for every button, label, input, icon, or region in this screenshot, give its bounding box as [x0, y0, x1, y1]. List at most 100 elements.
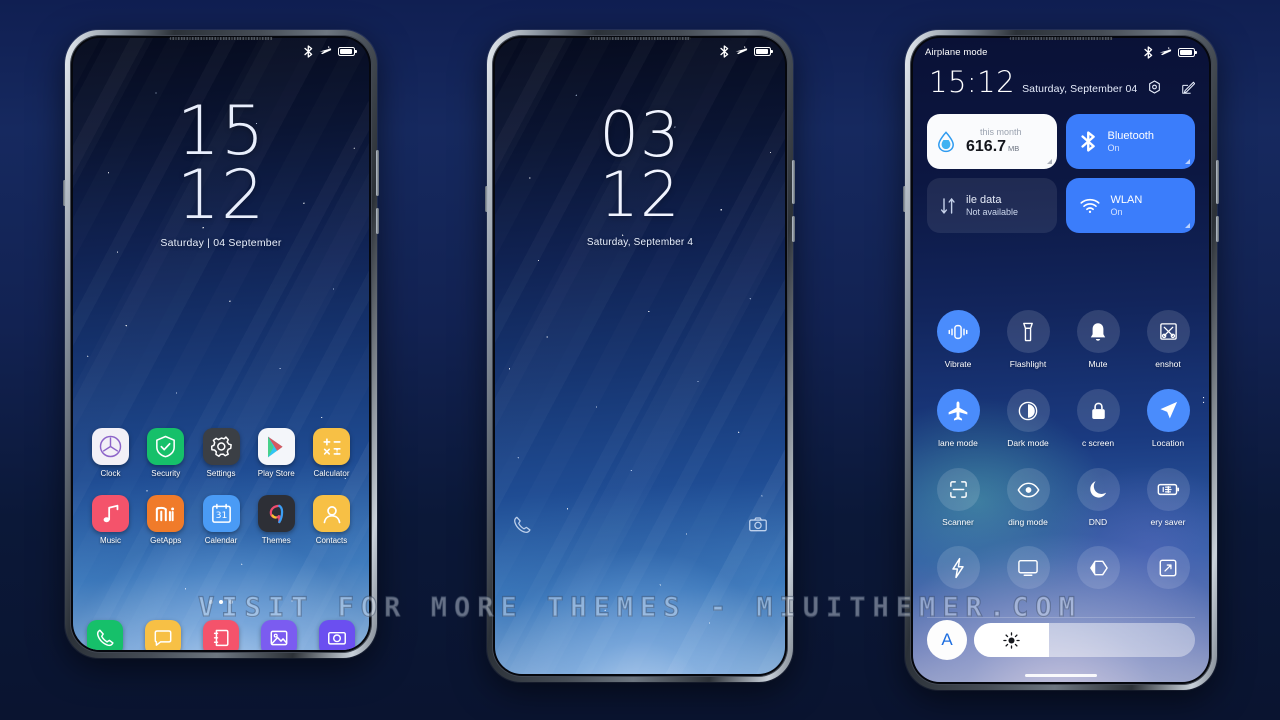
earpiece-speaker — [1009, 37, 1113, 40]
toggle-lock-screen[interactable]: c screen — [1063, 389, 1133, 448]
app-row-2: Music GetApps 31 Calendar Themes Contact… — [87, 495, 355, 545]
lockscreen-phone-shortcut[interactable] — [511, 514, 533, 536]
toggle-dnd[interactable]: DND — [1063, 468, 1133, 527]
app-security[interactable]: Security — [142, 428, 189, 478]
toggle-video-toolbox[interactable] — [1063, 546, 1133, 595]
clock-icon — [92, 428, 129, 465]
tile-expand-corner[interactable] — [1185, 223, 1190, 228]
toggle-mute[interactable]: Mute — [1063, 310, 1133, 369]
toggle-row-1: Vibrate Flashlight Mute enshot — [923, 310, 1203, 369]
tile-expand-corner[interactable] — [1046, 159, 1052, 164]
clock-minutes: 12 — [176, 155, 266, 235]
tile-mobile-data[interactable]: ile data Not available — [927, 178, 1057, 233]
airplane-icon — [319, 45, 332, 57]
app-getapps[interactable]: GetApps — [142, 495, 189, 545]
tile-data-usage[interactable]: this month 616.7 MB — [927, 114, 1057, 169]
screenshot-scissors-icon — [1146, 310, 1190, 353]
svg-text:31: 31 — [215, 510, 227, 521]
app-label: Play Store — [257, 469, 295, 478]
app-calculator[interactable]: Calculator — [308, 428, 355, 478]
bluetooth-icon — [720, 44, 729, 58]
toggle-quick-lightning[interactable] — [923, 546, 993, 595]
app-settings[interactable]: Settings — [198, 428, 245, 478]
earpiece-speaker — [169, 37, 273, 40]
dock-camera-icon[interactable] — [319, 620, 355, 650]
toggle-expand[interactable] — [1133, 546, 1203, 595]
dock-notes-icon[interactable] — [203, 620, 239, 650]
phone2-screen: 03 12 Saturday, September 4 — [495, 38, 785, 674]
tile-unit: MB — [1008, 144, 1020, 154]
dock-messages-icon[interactable] — [145, 620, 181, 650]
music-note-icon — [92, 495, 129, 532]
auto-brightness-button[interactable]: A — [927, 620, 967, 660]
data-drop-icon — [936, 130, 956, 153]
edit-pencil-icon[interactable] — [1181, 81, 1195, 97]
toggle-location[interactable]: Location — [1133, 389, 1203, 448]
toggle-label: Flashlight — [1009, 359, 1047, 369]
toggle-battery-saver[interactable]: ery saver — [1133, 468, 1203, 527]
app-label: Calendar — [204, 536, 238, 545]
app-contacts[interactable]: Contacts — [308, 495, 355, 545]
airplane-icon — [735, 45, 748, 57]
tile-wlan[interactable]: WLAN On — [1065, 178, 1195, 233]
cast-screen-icon — [1006, 546, 1050, 589]
mi-icon — [147, 495, 185, 532]
app-label: GetApps — [150, 536, 182, 545]
app-clock[interactable]: Clock — [87, 428, 134, 478]
clock-hours: 03 — [599, 98, 681, 171]
tile-expand-corner[interactable] — [1185, 159, 1190, 164]
clock-minutes: 12 — [599, 158, 681, 232]
app-calendar[interactable]: 31 Calendar — [198, 495, 245, 545]
brightness-slider[interactable] — [974, 623, 1195, 657]
status-airplane-label: Airplane mode — [925, 46, 988, 58]
toggle-scanner[interactable]: Scanner — [923, 468, 993, 527]
app-label: Calculator — [313, 469, 350, 478]
play-store-icon — [257, 428, 295, 465]
battery-icon — [338, 46, 357, 56]
app-play-store[interactable]: Play Store — [253, 428, 300, 478]
scanner-frame-icon — [936, 468, 980, 511]
toggle-overflow-dots[interactable]: : — [1202, 394, 1205, 406]
tile-status: On — [1107, 142, 1120, 153]
toggle-label: c screen — [1081, 438, 1115, 448]
toggle-label: Vibrate — [944, 359, 972, 369]
toggle-dark-mode[interactable]: Dark mode — [993, 389, 1063, 448]
phone1-screen: 15 12 Saturday | 04 September Clock Secu… — [73, 38, 369, 650]
lockscreen-camera-shortcut[interactable] — [747, 514, 769, 536]
battery-icon — [754, 46, 773, 56]
gear-icon — [202, 428, 240, 465]
app-label: Clock — [100, 469, 121, 478]
page-dot[interactable] — [209, 600, 213, 604]
toggle-reading-mode[interactable]: ding mode — [993, 468, 1063, 527]
settings-hex-icon[interactable] — [1148, 80, 1161, 97]
dock-phone-icon[interactable] — [87, 620, 123, 650]
dock — [73, 620, 369, 650]
status-bar: Airplane mode — [913, 38, 1209, 66]
lock-clock: 15 12 Saturday | 04 September — [73, 98, 369, 249]
video-toolbox-icon — [1076, 546, 1120, 589]
toggle-airplane-mode[interactable]: lane mode — [923, 389, 993, 448]
toggle-label: lane mode — [938, 438, 978, 448]
status-bar — [73, 38, 369, 64]
toggle-vibrate[interactable]: Vibrate — [923, 310, 993, 369]
brightness-controls: A — [927, 620, 1195, 660]
toggle-row-4 — [923, 546, 1203, 595]
page-dot[interactable] — [229, 600, 233, 604]
contact-person-icon — [313, 495, 350, 532]
toggle-cast-screen[interactable] — [993, 546, 1063, 595]
tile-bluetooth[interactable]: Bluetooth On — [1065, 114, 1195, 169]
bluetooth-icon — [304, 44, 313, 58]
toggle-label: Location — [1151, 438, 1185, 448]
calculator-icon — [313, 428, 350, 465]
phone3-screen: Airplane mode 15:12 Saturday, September … — [913, 38, 1209, 682]
toggle-screenshot[interactable]: enshot — [1133, 310, 1203, 369]
data-transfer-icon — [940, 196, 956, 216]
toggle-flashlight[interactable]: Flashlight — [993, 310, 1063, 369]
navigation-pill[interactable] — [1025, 673, 1097, 677]
dock-gallery-icon[interactable] — [261, 620, 297, 650]
app-themes[interactable]: Themes — [253, 495, 300, 545]
expand-arrows-icon — [1146, 546, 1190, 589]
app-music[interactable]: Music — [87, 495, 134, 545]
page-dot-active[interactable] — [219, 600, 223, 604]
eye-reading-icon — [1006, 468, 1050, 511]
